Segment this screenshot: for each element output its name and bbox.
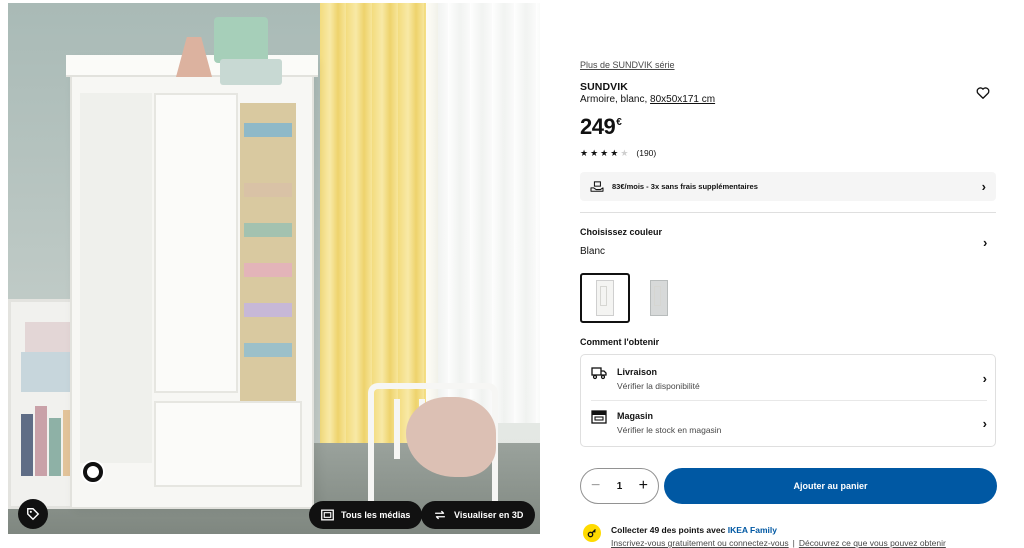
price-currency: € — [616, 117, 622, 128]
tag-icon — [27, 508, 40, 521]
ikea-family-icon — [583, 524, 601, 542]
rating-star-icon: ★ — [610, 147, 619, 158]
all-media-button[interactable]: Tous les médias — [309, 501, 423, 529]
wardrobe-white-thumbnail — [596, 280, 614, 316]
rating-star-icon: ★ — [620, 147, 629, 158]
product-image[interactable]: Tous les médias Visualiser en 3D — [8, 3, 540, 534]
product-photo-scene — [8, 3, 540, 534]
gallery-icon — [321, 509, 334, 521]
quantity-value[interactable]: 1 — [617, 481, 623, 492]
price-value: 249 — [580, 114, 616, 139]
store-icon — [591, 410, 607, 424]
delivery-section-title: Comment l'obtenir — [580, 337, 660, 347]
view-3d-label: Visualiser en 3D — [454, 510, 524, 520]
photo-white-curtain — [426, 3, 540, 423]
favourite-button[interactable] — [976, 86, 990, 100]
product-dimensions-link[interactable]: 80x50x171 cm — [650, 94, 715, 105]
color-swatch-grey[interactable] — [634, 273, 684, 323]
family-links-separator: | — [792, 538, 795, 548]
delivery-option-title: Livraison — [617, 366, 658, 377]
selected-color: Blanc — [580, 246, 606, 257]
rating-star-icon: ★ — [600, 147, 609, 158]
delivery-option-subtitle: Vérifier la disponibilité — [617, 380, 700, 391]
photo-hatbox-small — [220, 59, 282, 85]
product-rating[interactable]: ★ ★ ★ ★ ★ (190) — [580, 148, 656, 158]
product-hotspot-dot[interactable] — [83, 462, 103, 482]
color-swatch-white[interactable] — [580, 273, 630, 323]
rating-star-icon: ★ — [590, 147, 599, 158]
color-chevron-right-icon[interactable]: › — [983, 236, 987, 249]
delivery-option-magasin[interactable]: Magasin Vérifier le stock en magasin › — [591, 401, 987, 445]
delivery-option-livraison[interactable]: Livraison Vérifier la disponibilité › — [591, 357, 987, 401]
product-name: SUNDVIK — [580, 81, 628, 93]
product-info-panel: Plus de SUNDVIK série SUNDVIK Armoire, b… — [580, 0, 1000, 548]
delivery-option-subtitle: Vérifier le stock en magasin — [617, 425, 722, 435]
product-description: Armoire, blanc, 80x50x171 cm — [580, 94, 715, 105]
family-signup-link[interactable]: Inscrivez-vous gratuitement ou connectez… — [611, 538, 789, 548]
wardrobe-grey-thumbnail — [650, 280, 668, 316]
product-tags-button[interactable] — [18, 499, 48, 529]
all-media-label: Tous les médias — [341, 510, 411, 520]
quantity-increase-button[interactable]: + — [639, 478, 648, 494]
delivery-options-box: Livraison Vérifier la disponibilité › Ma… — [580, 354, 996, 447]
key-icon — [587, 529, 596, 538]
ikea-family-link[interactable]: IKEA Family — [728, 525, 777, 535]
delivery-option-title: Magasin — [617, 411, 654, 421]
rotate-3d-icon — [434, 510, 446, 520]
family-discover-link[interactable]: Découvrez ce que vous pouvez obtenir — [799, 538, 946, 548]
add-to-cart-button[interactable]: Ajouter au panier — [664, 468, 997, 504]
section-divider — [580, 212, 996, 213]
photo-hatbox — [214, 17, 268, 63]
installment-text: 83€/mois - 3x sans frais supplémentaires — [612, 182, 758, 191]
payment-hand-icon — [590, 180, 604, 192]
quantity-decrease-button[interactable]: − — [591, 478, 600, 494]
color-section-title: Choisissez couleur — [580, 227, 663, 237]
family-links: Inscrivez-vous gratuitement ou connectez… — [611, 538, 946, 548]
rating-star-icon: ★ — [580, 147, 589, 158]
chevron-right-icon: › — [982, 371, 987, 386]
product-description-text: Armoire, blanc, — [580, 94, 651, 105]
family-points-prefix: Collecter 49 des points avec — [611, 525, 728, 535]
chevron-right-icon: › — [981, 179, 986, 194]
quantity-stepper[interactable]: − 1 + — [580, 468, 659, 504]
heart-icon — [976, 87, 990, 99]
family-points-text: Collecter 49 des points avec IKEA Family — [611, 525, 777, 535]
product-price: 249€ — [580, 114, 622, 140]
truck-icon — [591, 367, 607, 380]
rating-count: (190) — [636, 148, 657, 158]
view-3d-button[interactable]: Visualiser en 3D — [421, 501, 536, 529]
installment-banner[interactable]: 83€/mois - 3x sans frais supplémentaires… — [580, 172, 996, 201]
series-link[interactable]: Plus de SUNDVIK série — [580, 60, 675, 70]
photo-wardrobe — [66, 55, 318, 509]
chevron-right-icon: › — [982, 415, 987, 431]
